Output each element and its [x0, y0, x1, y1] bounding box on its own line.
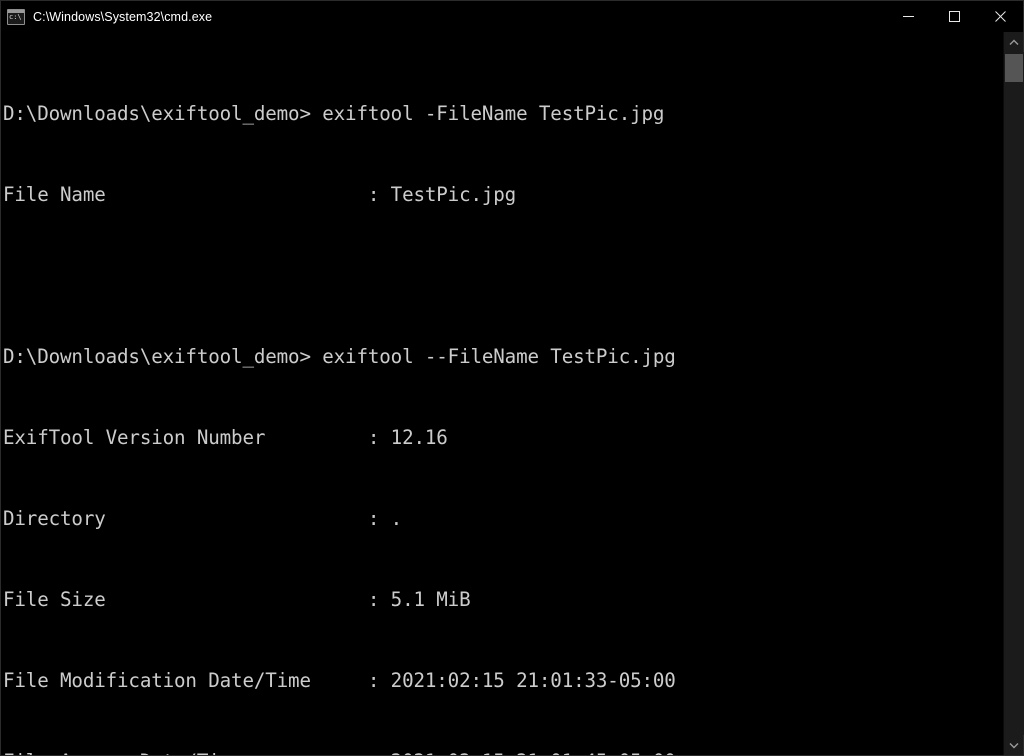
minimize-button[interactable]	[885, 1, 931, 32]
chevron-down-icon	[1009, 742, 1018, 748]
window-controls	[885, 1, 1023, 32]
console-line: D:\Downloads\exiftool_demo> exiftool --F…	[3, 345, 676, 368]
cmd-console-icon	[7, 8, 25, 25]
scrollbar-track[interactable]	[1004, 52, 1024, 735]
window-title: C:\Windows\System32\cmd.exe	[33, 9, 213, 24]
chevron-up-icon	[1009, 39, 1018, 45]
title-bar[interactable]: C:\Windows\System32\cmd.exe	[1, 1, 1023, 32]
maximize-icon	[948, 11, 960, 22]
title-bar-left: C:\Windows\System32\cmd.exe	[1, 8, 213, 25]
close-button[interactable]	[977, 1, 1023, 32]
maximize-button[interactable]	[931, 1, 977, 32]
console-line: File Size : 5.1 MiB	[3, 588, 471, 611]
console-line: File Name : TestPic.jpg	[3, 183, 517, 206]
console-line: File Modification Date/Time : 2021:02:15…	[3, 669, 676, 692]
console-area: D:\Downloads\exiftool_demo> exiftool -Fi…	[1, 32, 1024, 755]
minimize-icon	[902, 16, 914, 17]
console-line: ExifTool Version Number : 12.16	[3, 426, 448, 449]
scroll-down-button[interactable]	[1004, 735, 1024, 755]
close-icon	[994, 11, 1006, 22]
scrollbar-thumb[interactable]	[1005, 54, 1023, 82]
cmd-window: C:\Windows\System32\cmd.exe	[0, 0, 1024, 756]
console-line: Directory : .	[3, 507, 403, 530]
console-line: File Access Date/Time : 2021:02:15 21:01…	[3, 748, 1003, 755]
vertical-scrollbar[interactable]	[1003, 32, 1024, 755]
console-output[interactable]: D:\Downloads\exiftool_demo> exiftool -Fi…	[1, 32, 1003, 755]
scroll-up-button[interactable]	[1004, 32, 1024, 52]
console-line: D:\Downloads\exiftool_demo> exiftool -Fi…	[3, 102, 665, 125]
